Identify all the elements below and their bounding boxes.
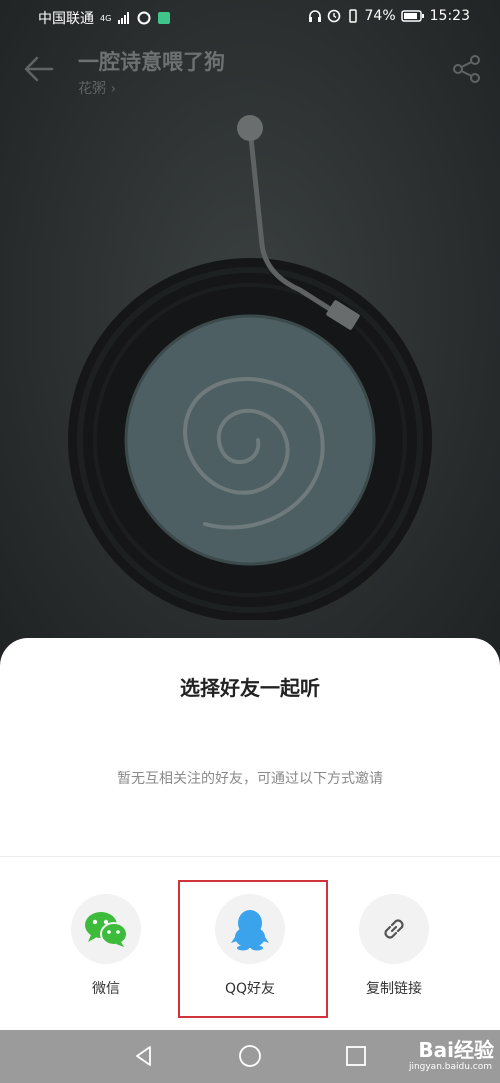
nav-home-icon[interactable] bbox=[238, 1044, 262, 1068]
vibrate-icon bbox=[348, 9, 357, 23]
qq-highlight-box bbox=[178, 880, 328, 1018]
battery-percent: 74% bbox=[364, 8, 396, 24]
clock: 15:23 bbox=[429, 8, 470, 24]
status-left: 中国联通 4G bbox=[38, 8, 171, 28]
share-option-wechat[interactable]: 微信 bbox=[51, 894, 161, 998]
share-option-copy-link[interactable]: 复制链接 bbox=[339, 894, 449, 998]
sheet-divider bbox=[0, 856, 500, 857]
status-bar: 中国联通 4G 74% 15:23 bbox=[0, 0, 500, 36]
battery-icon bbox=[400, 10, 424, 22]
status-right: 74% 15:23 bbox=[308, 8, 470, 24]
player-header: 一腔诗意喂了狗 花粥 › bbox=[0, 36, 500, 106]
listen-together-sheet: 选择好友一起听 暂无互相关注的好友，可通过以下方式邀请 微信 QQ好友 复制链接 bbox=[0, 638, 500, 1083]
sheet-title: 选择好友一起听 bbox=[180, 676, 320, 700]
headphones-icon bbox=[308, 10, 321, 22]
alarm-app-icon bbox=[158, 12, 171, 24]
watermark-url: jingyan.baidu.com bbox=[408, 1062, 492, 1072]
alarm-icon bbox=[327, 9, 340, 23]
nav-recents-icon[interactable] bbox=[344, 1044, 368, 1068]
copy-link-label: 复制链接 bbox=[366, 981, 422, 997]
tonearm-pivot bbox=[237, 115, 263, 141]
network-type: 4G bbox=[100, 13, 112, 23]
wechat-icon bbox=[85, 912, 128, 947]
nav-back-icon[interactable] bbox=[132, 1044, 156, 1068]
wechat-label: 微信 bbox=[92, 981, 120, 997]
signal-icon bbox=[118, 12, 130, 24]
app-notification-icon bbox=[137, 11, 151, 25]
song-title: 一腔诗意喂了狗 bbox=[78, 50, 225, 74]
wechat-button[interactable] bbox=[71, 894, 141, 964]
artist-link[interactable]: 花粥 › bbox=[78, 78, 116, 98]
copy-link-button[interactable] bbox=[359, 894, 429, 964]
baidu-jingyan-watermark: Bai经验 bbox=[418, 1038, 494, 1062]
empty-friends-message: 暂无互相关注的好友，可通过以下方式邀请 bbox=[117, 771, 383, 787]
link-icon bbox=[384, 919, 404, 939]
share-icon[interactable] bbox=[450, 52, 484, 86]
carrier-label: 中国联通 bbox=[38, 11, 94, 27]
vinyl-record bbox=[68, 115, 432, 620]
back-arrow-icon[interactable] bbox=[20, 50, 58, 88]
